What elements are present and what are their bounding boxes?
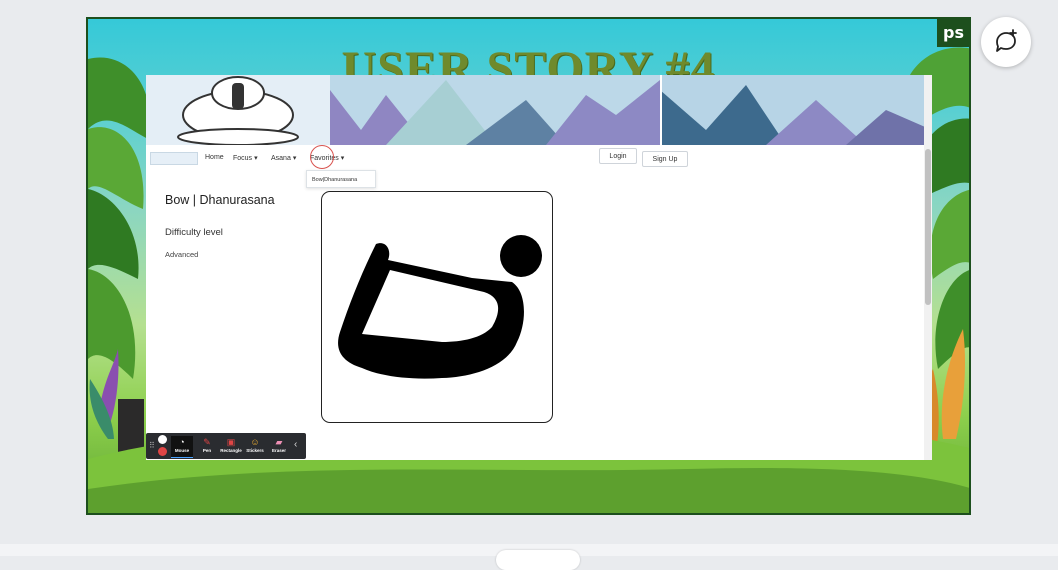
pose-title: Bow | Dhanurasana [165,193,275,207]
chevron-down-icon: ▾ [340,155,345,162]
scrollbar-thumb[interactable] [925,149,931,305]
tool-mouse[interactable]: ◔ Mouse [171,436,193,458]
tool-stickers[interactable]: ☺ Stickers [244,436,266,457]
mouse-pointer-icon: ◔ [179,437,185,447]
annotation-toolbar: ⠿ ◔ Mouse ✎ Pen ▣ Rectangle ☺ Stickers ▰… [146,433,306,459]
favorites-dropdown: Bow|Dhanurasana [306,170,376,188]
website-screenshot: Home Focus ▾ Asana ▾ Favorites ▾ Login Sign… [146,75,932,460]
tool-rectangle[interactable]: ▣ Rectangle [220,436,242,457]
drag-handle-icon[interactable]: ⠿ [149,441,155,450]
difficulty-value: Advanced [165,250,199,259]
record-icon[interactable] [158,447,167,456]
pen-icon: ✎ [203,437,211,447]
presentation-slide: USER STORY #4 Home Focus ▾ Asana ▾ Favor… [86,17,971,515]
nav-focus[interactable]: Focus ▾ [233,154,258,162]
bottom-handle[interactable] [496,550,580,570]
difficulty-label: Difficulty level [165,227,223,238]
collapse-toolbar-icon[interactable]: ‹ [294,439,297,450]
chevron-down-icon: ▾ [292,155,297,162]
pose-image-card [321,191,553,423]
sticker-icon: ☺ [250,437,260,447]
rectangle-icon: ▣ [226,437,236,447]
header-banner-image [146,75,932,145]
tool-eraser[interactable]: ▰ Eraser [268,436,290,457]
chevron-down-icon: ▾ [254,155,258,162]
signup-button[interactable]: Sign Up [642,151,688,167]
dropdown-item-bow[interactable]: Bow|Dhanurasana [312,177,357,183]
presenter-badge: ps [937,18,970,47]
toolbar-status-icon[interactable] [158,435,167,444]
login-button[interactable]: Login [599,148,637,164]
page-scrollbar[interactable] [924,75,932,460]
nav-home[interactable]: Home [205,154,224,161]
add-comment-button[interactable] [981,17,1031,67]
nav-asana[interactable]: Asana ▾ [271,154,296,162]
add-comment-icon [996,29,1017,52]
cursor-highlight-ring [310,145,334,169]
tool-pen[interactable]: ✎ Pen [196,436,218,457]
eraser-icon: ▰ [275,437,283,447]
site-navbar: Home Focus ▾ Asana ▾ Favorites ▾ Login Sign… [146,147,926,169]
bow-pose-figure [338,235,542,379]
site-logo[interactable] [150,152,198,165]
